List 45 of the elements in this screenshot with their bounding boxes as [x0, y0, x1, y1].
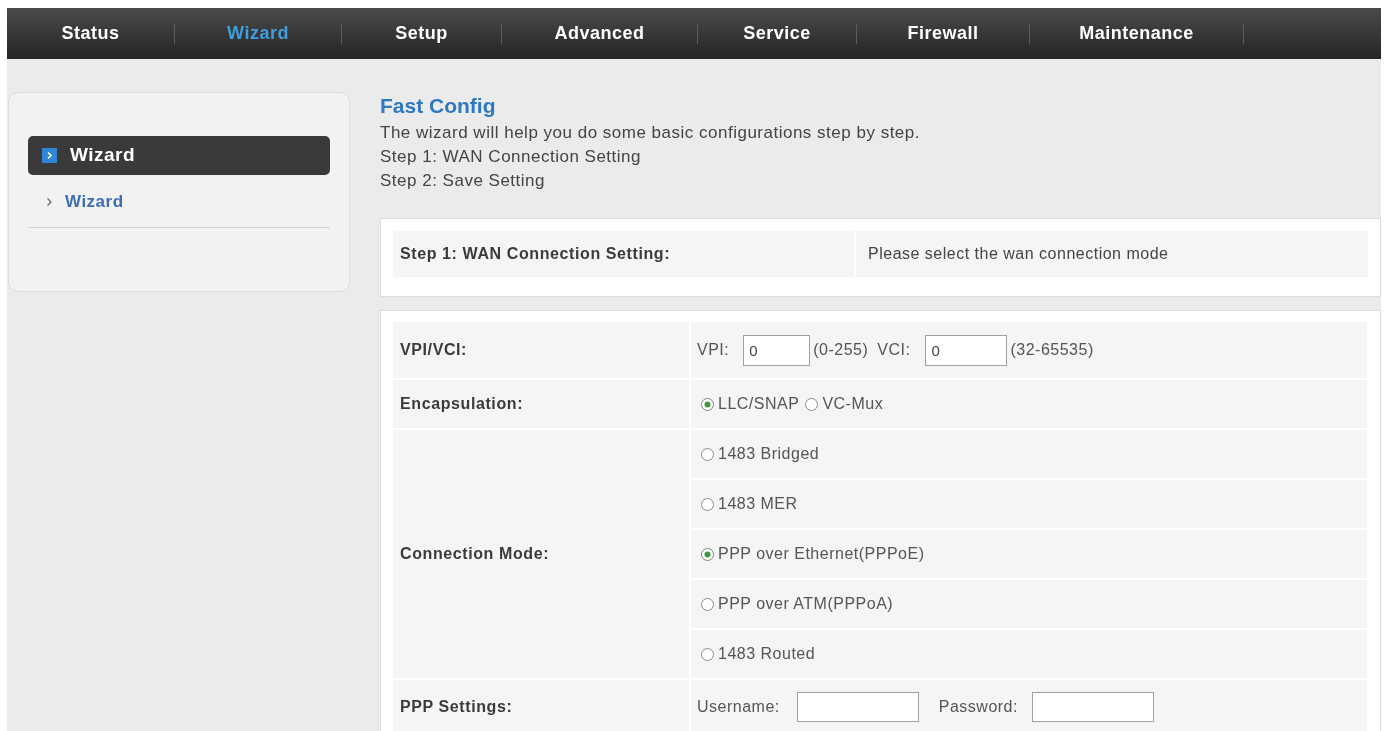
range-hint: (32-65535): [1010, 340, 1094, 360]
radio-button[interactable]: [701, 647, 714, 661]
nav-tab[interactable]: Advanced: [502, 8, 697, 59]
vci-field[interactable]: 0: [925, 334, 1008, 366]
nav-tab[interactable]: Wizard: [175, 8, 341, 59]
radio-button[interactable]: [701, 397, 714, 411]
field-caption: VPI:: [697, 340, 730, 360]
radio-button[interactable]: [805, 397, 819, 411]
nav-tab[interactable]: Status: [7, 8, 174, 59]
vpi-field[interactable]: 0: [743, 334, 811, 366]
radio-button[interactable]: [701, 447, 714, 461]
field-caption: Username:: [697, 697, 780, 717]
nav-tab[interactable]: Maintenance: [1030, 8, 1243, 59]
radio-button[interactable]: [701, 547, 714, 561]
nav-tab[interactable]: Service: [698, 8, 856, 59]
radio-label: PPP over Ethernet(PPPoE): [718, 544, 925, 564]
field-caption: VCI:: [877, 340, 911, 360]
radio-label: 1483 Routed: [718, 644, 816, 664]
intro-text: The wizard will help you do some basic configurations step by step.: [380, 122, 920, 144]
radio-label: PPP over ATM(PPPoA): [718, 594, 894, 614]
nav-tab[interactable]: Firewall: [857, 8, 1029, 59]
range-hint: (0-255): [813, 340, 869, 360]
field-caption: Password:: [938, 697, 1018, 717]
field-label: Encapsulation:: [400, 394, 524, 414]
field-label: PPP Settings:: [400, 697, 513, 717]
step-list-item: Step 2: Save Setting: [380, 170, 545, 192]
nav-tab[interactable]: Setup: [342, 8, 501, 59]
sidebar-link[interactable]: Wizard: [28, 189, 330, 215]
field-label: VPI/VCI:: [400, 340, 468, 360]
radio-label: 1483 MER: [718, 494, 798, 514]
radio-button[interactable]: [701, 497, 714, 511]
field-label: Connection Mode:: [400, 544, 550, 564]
page-title: Fast Config: [380, 95, 496, 117]
username-field[interactable]: [796, 692, 919, 722]
radio-button[interactable]: [701, 597, 714, 611]
chevron-square-icon: [42, 148, 57, 163]
password-field[interactable]: [1031, 692, 1154, 722]
radio-label: VC-Mux: [822, 394, 884, 414]
step-list-item: Step 1: WAN Connection Setting: [380, 146, 641, 168]
radio-label: LLC/SNAP: [718, 394, 800, 414]
chevron-icon: [47, 198, 52, 206]
step-hint: Please select the wan connection mode: [868, 244, 1169, 264]
sidebar-section-title: Wizard: [70, 143, 136, 168]
radio-label: 1483 Bridged: [718, 444, 820, 464]
step-heading: Step 1: WAN Connection Setting:: [400, 244, 671, 264]
